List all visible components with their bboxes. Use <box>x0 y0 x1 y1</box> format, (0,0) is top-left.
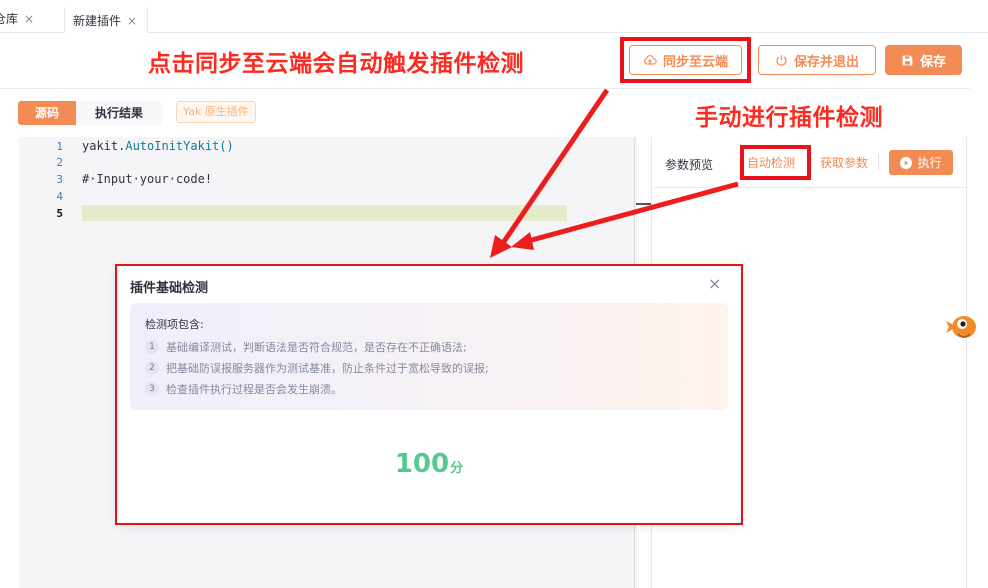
code-line-3: #·Input·your·code! <box>82 172 213 186</box>
params-panel-header: 参数预览 自动检测 获取参数 执行 <box>652 137 968 188</box>
tab-label: 新建插件 <box>73 14 122 28</box>
list-item: 2 把基础防误报服务器作为测试基准，防止条件过于宽松导致的误报; <box>145 360 489 376</box>
sync-label: 同步至云端 <box>662 54 728 70</box>
manual-check-annotation: 手动进行插件检测 <box>695 105 883 131</box>
sync-annotation: 点击同步至云端会自动触发插件检测 <box>148 51 524 77</box>
list-item: 3 检查插件执行过程是否会发生崩溃。 <box>145 381 342 397</box>
line-number: 3 <box>56 173 63 186</box>
close-icon[interactable]: × <box>708 274 721 293</box>
auto-check-button[interactable]: 自动检测 <box>747 154 795 171</box>
list-item: 1 基础编译测试，判断语法是否符合规范，是否存在不正确语法; <box>145 339 467 355</box>
play-icon <box>900 156 913 169</box>
item-text: 基础编译测试，判断语法是否符合规范，是否存在不正确语法; <box>166 341 467 354</box>
code-token: AutoInitYakit() <box>125 139 234 153</box>
save-button[interactable]: 保存 <box>885 45 962 75</box>
divider <box>878 154 879 170</box>
score-unit: 分 <box>450 461 464 476</box>
check-items-box: 检测项包含: 1 基础编译测试，判断语法是否符合规范，是否存在不正确语法; 2 … <box>130 303 728 410</box>
item-text: 把基础防误报服务器作为测试基准，防止条件过于宽松导致的误报; <box>166 362 489 375</box>
check-items-heading: 检测项包含: <box>145 318 204 331</box>
line-number: 4 <box>56 190 63 203</box>
editor-scroll-marker <box>636 203 652 205</box>
save-label: 保存 <box>919 54 946 70</box>
line-number: 5 <box>56 207 63 220</box>
params-preview-title: 参数预览 <box>665 158 714 172</box>
tab-label: 仓库 <box>0 12 19 26</box>
modal-title: 插件基础检测 <box>130 281 209 296</box>
check-score: 100分 <box>118 449 740 479</box>
mascot-icon <box>946 316 976 338</box>
close-icon[interactable]: × <box>24 12 34 26</box>
item-number: 2 <box>145 361 159 375</box>
plugin-check-modal: 插件基础检测 × 检测项包含: 1 基础编译测试，判断语法是否符合规范，是否存在… <box>118 266 740 523</box>
sync-to-cloud-button[interactable]: 同步至云端 <box>629 45 742 75</box>
item-number: 3 <box>145 382 159 396</box>
plugin-type-badge: Yak 原生插件 <box>176 101 256 123</box>
current-line-highlight <box>82 205 567 221</box>
tab-repository[interactable]: 仓库 × <box>0 6 62 33</box>
fetch-params-button[interactable]: 获取参数 <box>820 154 868 171</box>
line-number: 1 <box>56 140 63 153</box>
save-exit-label: 保存并退出 <box>793 54 859 70</box>
execute-button[interactable]: 执行 <box>889 150 953 175</box>
divider <box>0 88 970 89</box>
execute-label: 执行 <box>917 156 942 170</box>
line-number: 2 <box>56 156 63 169</box>
save-icon <box>902 55 913 65</box>
item-text: 检查插件执行过程是否会发生崩溃。 <box>166 383 342 396</box>
tab-source[interactable]: 源码 <box>18 101 76 125</box>
tab-exec-result[interactable]: 执行结果 <box>76 101 162 125</box>
code-line-1: yakit.AutoInitYakit() <box>82 139 234 153</box>
code-token: yakit. <box>82 139 126 153</box>
cloud-upload-icon <box>644 55 657 65</box>
score-value: 100 <box>394 449 450 479</box>
tab-new-plugin[interactable]: 新建插件 × <box>64 6 148 33</box>
close-icon[interactable]: × <box>127 14 137 28</box>
item-number: 1 <box>145 340 159 354</box>
save-and-exit-button[interactable]: 保存并退出 <box>758 45 876 75</box>
tab-bar: 仓库 × 新建插件 × <box>0 0 988 33</box>
power-icon <box>776 54 787 66</box>
